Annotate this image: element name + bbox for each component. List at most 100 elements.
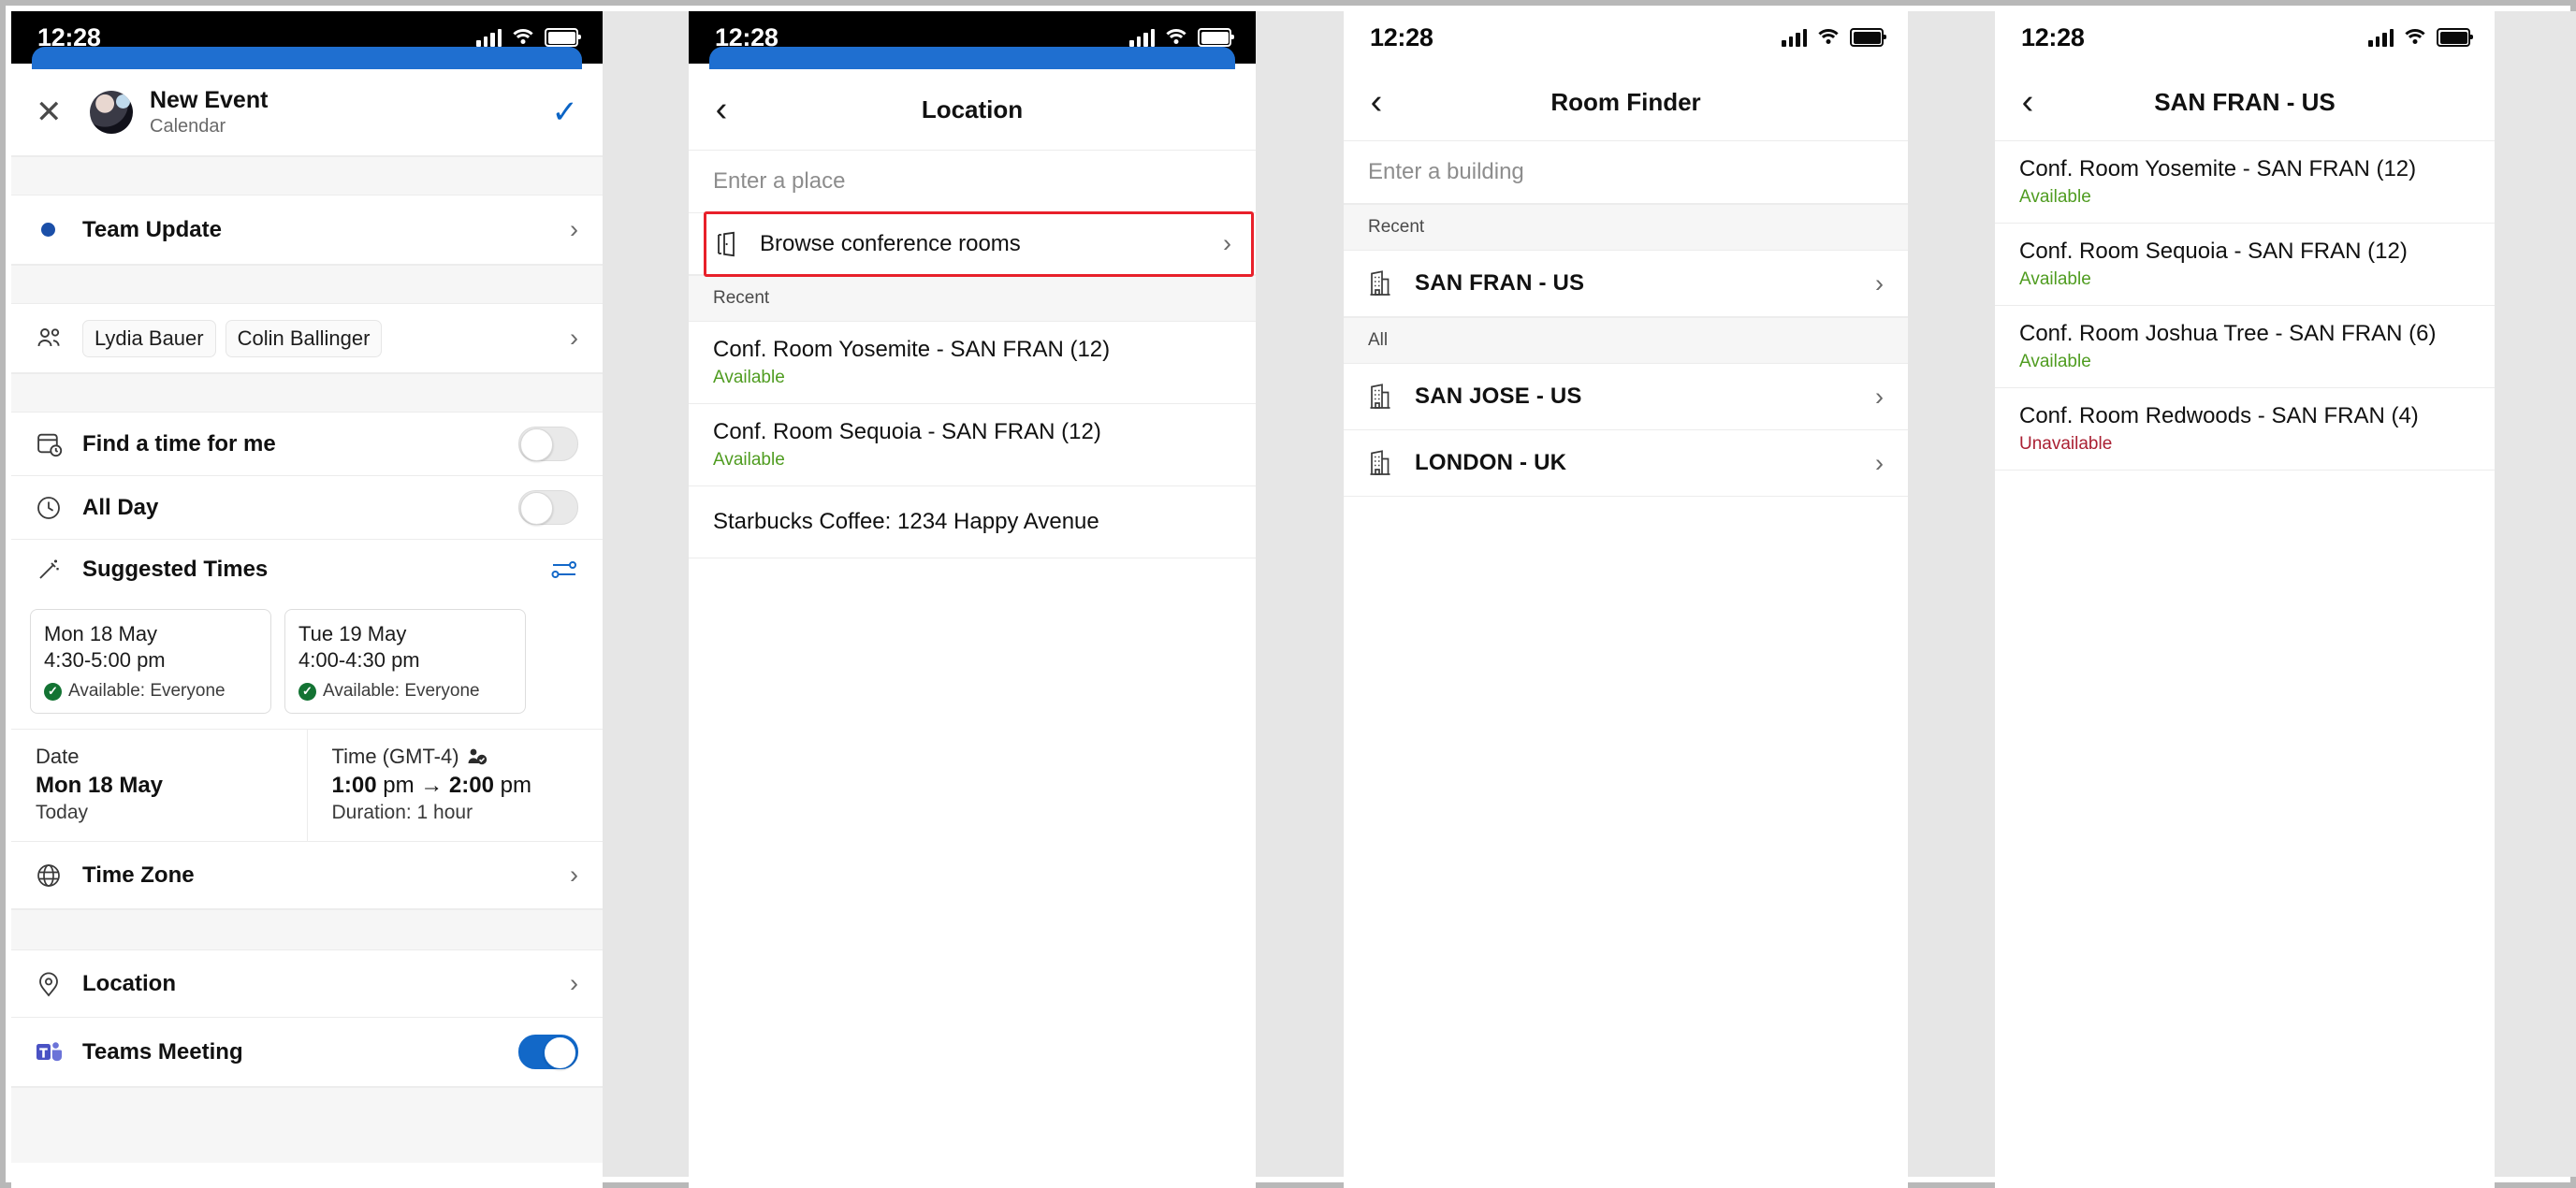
chevron-right-icon: › <box>570 969 578 998</box>
wifi-icon <box>1814 29 1842 46</box>
panel-gutter-1 <box>603 11 689 1177</box>
back-icon[interactable]: ‹ <box>1995 84 2060 120</box>
attendee-chip[interactable]: Lydia Bauer <box>82 319 216 357</box>
calendar-color-dot-icon <box>36 223 82 237</box>
status-bar: 12:28 <box>1995 11 2495 64</box>
location-sheet: ‹ Location Enter a place Browse conferen… <box>689 69 1256 1188</box>
date-cell[interactable]: Date Mon 18 May Today <box>11 730 307 841</box>
panel-building-rooms: 12:28 ‹ SAN FRAN - US Conf. Room Yosemit… <box>1995 11 2495 1188</box>
confirm-check-icon[interactable]: ✓ <box>552 96 579 128</box>
room-name: Conf. Room Yosemite - SAN FRAN (12) <box>2019 156 2417 181</box>
timezone-people-icon <box>467 747 488 766</box>
list-item-text: Conf. Room Yosemite - SAN FRAN (12) Avai… <box>713 337 1110 388</box>
section-gap <box>11 909 603 951</box>
panel-gutter-3 <box>1908 11 1995 1177</box>
back-icon[interactable]: ‹ <box>1344 84 1409 120</box>
panel-location: 12:28 ‹ Location Enter a place Browse co… <box>689 11 1256 1188</box>
location-row[interactable]: Location › <box>11 950 603 1019</box>
magic-wand-icon <box>36 557 82 583</box>
list-item-title: Starbucks Coffee: 1234 Happy Avenue <box>713 509 1099 534</box>
browse-conference-rooms-row[interactable]: Browse conference rooms › <box>689 213 1256 275</box>
room-list-item[interactable]: Conf. Room Sequoia - SAN FRAN (12) Avail… <box>1995 224 2495 306</box>
building-list-item-text: LONDON - UK <box>1415 450 1566 476</box>
room-list-item[interactable]: Conf. Room Joshua Tree - SAN FRAN (6) Av… <box>1995 306 2495 388</box>
time-value: 1:00 pm → 2:00 pm <box>331 773 531 799</box>
screenshot-canvas: 12:28 ✕ New Event Calendar ✓ Team Update… <box>0 0 2576 1188</box>
building-list-item-text: SAN FRAN - US <box>1415 270 1584 297</box>
teams-logo-icon <box>36 1040 82 1065</box>
list-item[interactable]: Starbucks Coffee: 1234 Happy Avenue <box>689 486 1256 558</box>
building-rooms-navbar: ‹ SAN FRAN - US <box>1995 64 2495 141</box>
calendar-label: Calendar <box>150 115 226 137</box>
status-badge: Available <box>2019 352 2091 371</box>
list-item[interactable]: Conf. Room Yosemite - SAN FRAN (12) Avai… <box>689 322 1256 404</box>
page-title: SAN FRAN - US <box>2154 87 2336 116</box>
status-bar-time: 12:28 <box>1370 22 1434 51</box>
suggested-time-card-availability: ✓ Available: Everyone <box>298 681 512 702</box>
back-icon[interactable]: ‹ <box>689 92 754 127</box>
battery-icon <box>545 28 581 47</box>
all-day-toggle[interactable] <box>518 490 578 525</box>
all-day-label: All Day <box>82 494 159 520</box>
panel-room-finder: 12:28 ‹ Room Finder Enter a building Rec… <box>1344 11 1908 1188</box>
room-list-item-text: Conf. Room Yosemite - SAN FRAN (12) Avai… <box>2019 156 2416 208</box>
status-badge: Available <box>2019 187 2091 207</box>
close-icon[interactable]: ✕ <box>36 96 82 128</box>
browse-conference-rooms-label: Browse conference rooms <box>760 230 1021 256</box>
building-icon <box>1368 269 1415 297</box>
teams-meeting-row[interactable]: Teams Meeting <box>11 1018 603 1088</box>
attendee-chip[interactable]: Colin Ballinger <box>225 319 383 357</box>
check-circle-icon: ✓ <box>298 682 316 701</box>
building-list-item[interactable]: SAN FRAN - US › <box>1344 251 1908 317</box>
suggested-times-filter-button[interactable] <box>550 558 578 581</box>
section-header-recent: Recent <box>689 275 1256 322</box>
place-search-input[interactable]: Enter a place <box>689 151 1256 213</box>
section-header-recent: Recent <box>1344 204 1908 251</box>
attendee-chips: Lydia Bauer Colin Ballinger <box>82 319 391 357</box>
time-zone-label: Time Zone <box>82 862 195 888</box>
event-title-row[interactable]: Team Update › <box>11 196 603 265</box>
section-header-all: All <box>1344 317 1908 364</box>
check-circle-icon: ✓ <box>44 682 62 701</box>
attendees-row[interactable]: Lydia Bauer Colin Ballinger › <box>11 304 603 373</box>
find-a-time-toggle[interactable] <box>518 427 578 461</box>
teams-meeting-toggle[interactable] <box>518 1035 578 1070</box>
building-list-item[interactable]: SAN JOSE - US › <box>1344 364 1908 430</box>
room-list-item[interactable]: Conf. Room Yosemite - SAN FRAN (12) Avai… <box>1995 141 2495 224</box>
browse-conference-rooms-wrapper: Browse conference rooms › <box>689 211 1256 277</box>
calendar-clock-icon <box>36 430 82 457</box>
list-item-text: Starbucks Coffee: 1234 Happy Avenue <box>713 509 1099 535</box>
room-name: Conf. Room Joshua Tree - SAN FRAN (6) <box>2019 321 2437 346</box>
new-event-header: ✕ New Event Calendar ✓ <box>11 69 603 156</box>
page-title: New Event <box>150 87 269 114</box>
battery-icon <box>1850 28 1886 47</box>
suggested-times-cards: Mon 18 May 4:30-5:00 pm ✓ Available: Eve… <box>11 600 603 731</box>
time-cell[interactable]: Time (GMT-4) 1:00 pm → 2:00 pm Duration:… <box>306 730 604 842</box>
list-item-title: Conf. Room Yosemite - SAN FRAN (12) <box>713 337 1111 362</box>
building-list-item-text: SAN JOSE - US <box>1415 384 1582 410</box>
globe-icon <box>36 862 82 889</box>
list-item[interactable]: Conf. Room Sequoia - SAN FRAN (12) Avail… <box>689 404 1256 486</box>
time-zone-row[interactable]: Time Zone › <box>11 842 603 910</box>
section-gap <box>11 156 603 196</box>
status-badge: Available <box>713 450 785 470</box>
building-name: SAN JOSE - US <box>1415 384 1582 409</box>
clock-icon <box>36 495 82 521</box>
location-pin-icon <box>36 970 82 998</box>
date-value: Mon 18 May <box>36 773 164 799</box>
building-list-item[interactable]: LONDON - UK › <box>1344 430 1908 497</box>
chevron-right-icon: › <box>1875 448 1884 477</box>
suggested-time-card-date: Mon 18 May 4:30-5:00 pm <box>44 622 166 673</box>
all-day-row[interactable]: All Day <box>11 476 603 540</box>
signal-icon <box>1129 28 1155 47</box>
room-list-item[interactable]: Conf. Room Redwoods - SAN FRAN (4) Unava… <box>1995 388 2495 471</box>
find-a-time-row[interactable]: Find a time for me <box>11 413 603 476</box>
suggested-time-card-availability: ✓ Available: Everyone <box>44 681 257 702</box>
status-bar: 12:28 <box>1344 11 1908 64</box>
building-search-input[interactable]: Enter a building <box>1344 141 1908 204</box>
behind-card <box>709 47 1235 71</box>
suggested-time-card[interactable]: Mon 18 May 4:30-5:00 pm ✓ Available: Eve… <box>30 609 271 715</box>
suggested-time-card[interactable]: Tue 19 May 4:00-4:30 pm ✓ Available: Eve… <box>284 609 526 715</box>
list-item-title: Conf. Room Sequoia - SAN FRAN (12) <box>713 419 1101 444</box>
location-label: Location <box>82 970 176 996</box>
